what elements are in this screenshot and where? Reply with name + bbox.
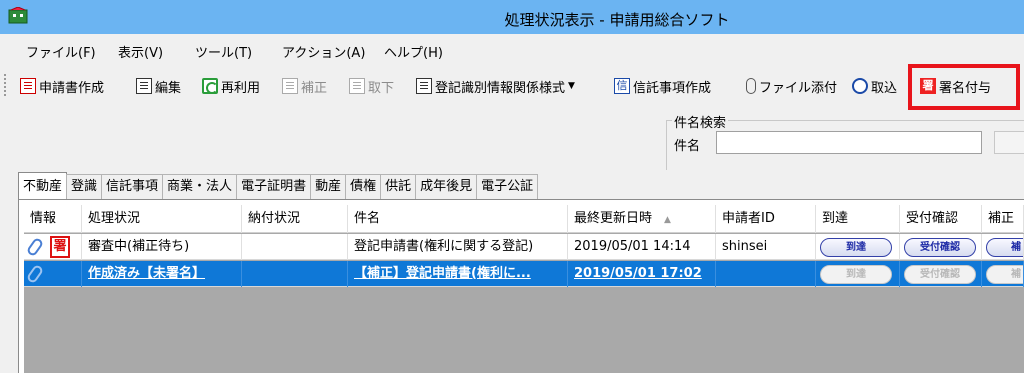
import-label: 取込	[871, 80, 898, 96]
edit-label: 編集	[155, 80, 182, 96]
refresh-icon	[202, 78, 218, 94]
edit-button[interactable]: 編集	[136, 75, 181, 97]
subject-cell: 登記申請書(権利に関する登記)	[348, 234, 568, 260]
signature-badge-icon: 署	[50, 236, 70, 258]
table-header: 情報 処理状況 納付状況 件名 最終更新日時 ▲ 申請者ID 到達 受付確認 補正	[24, 205, 1024, 233]
correct-button[interactable]: 補正	[282, 75, 327, 97]
tab-trust-items[interactable]: 信託事項	[101, 174, 164, 199]
arrival-cell: 到達	[816, 261, 900, 287]
menu-tools[interactable]: ツール(T)	[195, 42, 252, 61]
column-header-arrival[interactable]: 到達	[816, 205, 900, 233]
registration-form-label: 登記識別情報関係様式	[435, 80, 566, 96]
status-table: 情報 処理状況 納付状況 件名 最終更新日時 ▲ 申請者ID 到達 受付確認 補正…	[24, 205, 1024, 373]
correction-button[interactable]: 補	[986, 265, 1023, 284]
sort-ascending-icon: ▲	[664, 215, 671, 225]
reuse-label: 再利用	[221, 80, 261, 96]
search-group-title: 件名検索	[672, 112, 729, 131]
correct-icon	[282, 78, 298, 94]
receipt-cell: 受付確認	[900, 261, 982, 287]
chevron-down-icon: ▼	[568, 81, 575, 91]
receipt-confirm-button[interactable]: 受付確認	[904, 238, 976, 257]
withdraw-icon	[349, 78, 365, 94]
receipt-confirm-button[interactable]: 受付確認	[904, 265, 976, 284]
create-application-label: 申請書作成	[39, 80, 105, 96]
tab-electronic-certificate[interactable]: 電子証明書	[236, 174, 312, 199]
info-cell: 署	[24, 234, 82, 260]
import-button[interactable]: 取込	[852, 75, 897, 97]
status-cell: 作成済み【未署名】	[82, 261, 242, 287]
subject-cell: 【補正】登記申請書(権利に...	[348, 261, 568, 287]
menu-file[interactable]: ファイル(F)	[26, 42, 96, 61]
arrival-cell: 到達	[816, 234, 900, 260]
registration-form-icon	[416, 78, 432, 94]
withdraw-label: 取下	[368, 80, 395, 96]
tab-movable-property[interactable]: 動産	[310, 174, 347, 199]
arrival-button[interactable]: 到達	[820, 265, 892, 284]
column-header-correction[interactable]: 補正	[982, 205, 1024, 233]
updated-cell: 2019/05/01 17:02	[568, 261, 716, 287]
toolbar-grip[interactable]	[4, 74, 7, 96]
tab-claims[interactable]: 債権	[345, 174, 382, 199]
correction-cell: 補	[982, 261, 1024, 287]
applicant-id-cell	[716, 261, 816, 287]
trust-items-label: 信託事項作成	[633, 80, 712, 96]
menu-action[interactable]: アクション(A)	[282, 42, 365, 61]
paperclip-icon	[746, 78, 756, 94]
subject-search-input[interactable]	[716, 131, 982, 154]
tab-registration-id[interactable]: 登識	[66, 174, 103, 199]
paperclip-icon	[25, 236, 45, 258]
menu-help[interactable]: ヘルプ(H)	[384, 42, 443, 61]
withdraw-button[interactable]: 取下	[349, 75, 394, 97]
attach-file-label: ファイル添付	[759, 80, 838, 96]
subject-label: 件名	[674, 139, 701, 154]
title-bar: 処理状況表示 - 申請用総合ソフト	[0, 0, 1024, 34]
column-header-updated[interactable]: 最終更新日時 ▲	[568, 205, 716, 233]
column-header-applicant-id[interactable]: 申請者ID	[716, 205, 816, 233]
subject-search-group: 件名検索 件名	[660, 112, 1024, 170]
applicant-id-cell: shinsei	[716, 234, 816, 260]
table-row[interactable]: 作成済み【未署名】 【補正】登記申請書(権利に... 2019/05/01 17…	[24, 261, 1024, 287]
payment-cell	[242, 234, 348, 260]
correction-button[interactable]: 補	[986, 238, 1023, 257]
tab-real-estate[interactable]: 不動産	[18, 172, 68, 199]
tab-commercial-corporate[interactable]: 商業・法人	[162, 174, 238, 199]
import-icon	[852, 78, 868, 94]
menu-view[interactable]: 表示(V)	[118, 42, 163, 61]
column-header-receipt[interactable]: 受付確認	[900, 205, 982, 233]
trust-icon: 信	[614, 78, 630, 94]
tab-adult-guardianship[interactable]: 成年後見	[415, 174, 478, 199]
column-header-status[interactable]: 処理状況	[82, 205, 242, 233]
search-button[interactable]	[994, 131, 1024, 154]
status-cell: 審査中(補正待ち)	[82, 234, 242, 260]
toolbar: 申請書作成 編集 再利用 補正 取下 登記識別情報関係様式 ▼ 信 信託事項作成…	[0, 66, 1024, 104]
create-application-button[interactable]: 申請書作成	[20, 75, 104, 97]
updated-cell: 2019/05/01 14:14	[568, 234, 716, 260]
column-header-info[interactable]: 情報	[24, 205, 82, 233]
attach-file-button[interactable]: ファイル添付	[746, 75, 837, 97]
document-icon	[20, 78, 36, 94]
info-cell	[24, 261, 82, 287]
column-header-payment[interactable]: 納付状況	[242, 205, 348, 233]
highlight-box	[908, 64, 1020, 110]
tab-deposit[interactable]: 供託	[380, 174, 417, 199]
paperclip-icon	[25, 263, 45, 285]
correction-cell: 補	[982, 234, 1024, 260]
updated-header-label: 最終更新日時	[574, 211, 653, 226]
reuse-button[interactable]: 再利用	[202, 75, 260, 97]
payment-cell	[242, 261, 348, 287]
edit-icon	[136, 78, 152, 94]
window-title: 処理状況表示 - 申請用総合ソフト	[504, 11, 730, 29]
category-tabs: 不動産 登識 信託事項 商業・法人 電子証明書 動産 債権 供託 成年後見 電子…	[18, 172, 539, 199]
column-header-subject[interactable]: 件名	[348, 205, 568, 233]
correct-label: 補正	[301, 80, 328, 96]
registration-form-dropdown[interactable]: 登記識別情報関係様式 ▼	[416, 75, 575, 97]
arrival-button[interactable]: 到達	[820, 238, 892, 257]
menu-bar: ファイル(F) 表示(V) ツール(T) アクション(A) ヘルプ(H)	[0, 34, 1024, 66]
receipt-cell: 受付確認	[900, 234, 982, 260]
trust-items-button[interactable]: 信 信託事項作成	[614, 75, 711, 97]
tab-electronic-notarization[interactable]: 電子公証	[476, 174, 539, 199]
table-row[interactable]: 署 審査中(補正待ち) 登記申請書(権利に関する登記) 2019/05/01 1…	[24, 234, 1024, 260]
